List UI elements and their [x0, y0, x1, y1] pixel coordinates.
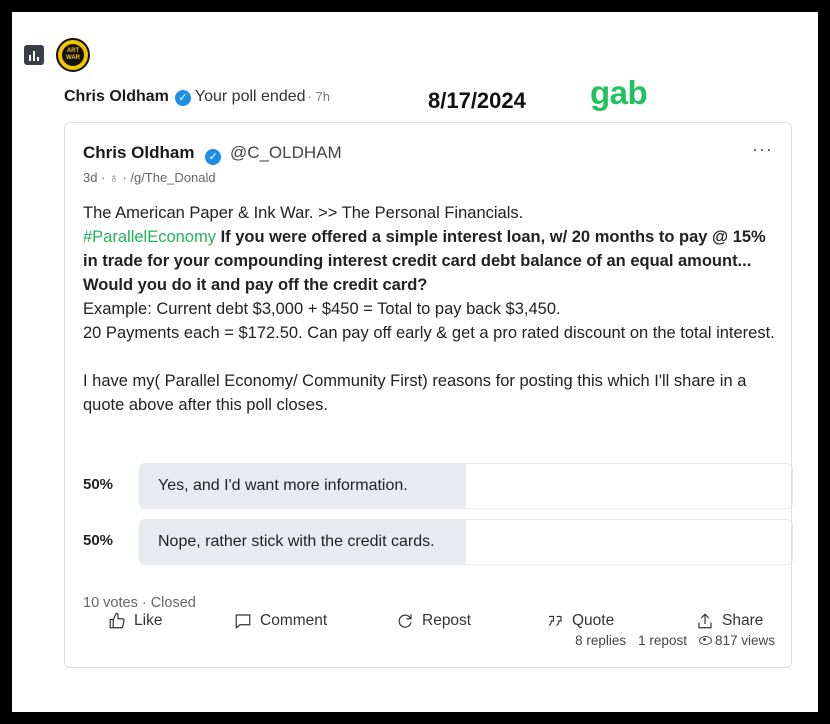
quote-label: Quote — [572, 612, 615, 629]
post-payments: 20 Payments each = $172.50. Can pay off … — [83, 324, 775, 342]
poll-option[interactable]: 50% Yes, and I'd want more information. — [83, 463, 793, 509]
post-handle[interactable]: @C_OLDHAM — [230, 143, 342, 162]
poll: 50% Yes, and I'd want more information. … — [83, 463, 793, 575]
thumbs-up-icon — [109, 612, 125, 629]
comment-label: Comment — [260, 612, 328, 629]
notification-text: Your poll ended — [194, 88, 306, 105]
action-bar: Like Comment Repost Quote Share — [12, 612, 818, 652]
poll-icon — [24, 45, 44, 65]
verified-icon: ✓ — [174, 90, 191, 106]
post-reason: I have my( Parallel Economy/ Community F… — [83, 372, 747, 414]
quoted-post-card[interactable]: Chris Oldham ✓ @C_OLDHAM ··· 3d · ♁ · /g… — [64, 122, 793, 668]
screenshot-frame: ART WAR Chris Oldham ✓ Your poll ended ·… — [12, 12, 818, 712]
post-example: Example: Current debt $3,000 + $450 = To… — [83, 300, 561, 318]
group-icon: ♁ — [109, 170, 119, 185]
post-line-1: The American Paper & Ink War. >> The Per… — [83, 204, 524, 222]
more-options-icon[interactable]: ··· — [752, 139, 773, 160]
poll-option-bar: Nope, rather stick with the credit cards… — [139, 519, 793, 565]
like-button[interactable]: Like — [108, 612, 162, 630]
post-header: Chris Oldham ✓ @C_OLDHAM — [83, 143, 342, 165]
poll-option-bar: Yes, and I'd want more information. — [139, 463, 793, 509]
share-button[interactable]: Share — [696, 612, 763, 630]
poll-option-label: Nope, rather stick with the credit cards… — [158, 533, 435, 550]
share-icon — [698, 613, 712, 629]
poll-option-percent: 50% — [83, 532, 114, 549]
verified-icon: ✓ — [205, 149, 222, 165]
notification-time: · 7h — [307, 89, 330, 104]
quote-button[interactable]: Quote — [546, 612, 614, 630]
repost-label: Repost — [422, 612, 472, 629]
notification-line: Chris Oldham ✓ Your poll ended · 7h — [64, 88, 330, 106]
comment-icon — [235, 614, 251, 629]
notification-author[interactable]: Chris Oldham — [64, 88, 169, 106]
repost-button[interactable]: Repost — [396, 612, 471, 630]
post-group[interactable]: · /g/The_Donald — [122, 170, 215, 185]
poll-option[interactable]: 50% Nope, rather stick with the credit c… — [83, 519, 793, 565]
repost-icon — [398, 614, 412, 628]
gab-logo: gab — [590, 74, 648, 111]
post-body: The American Paper & Ink War. >> The Per… — [83, 201, 783, 417]
post-meta: 3d · ♁ · /g/The_Donald — [83, 170, 216, 185]
like-label: Like — [134, 612, 163, 629]
avatar-logo: ART WAR — [62, 44, 84, 66]
notification-header: ART WAR — [24, 38, 90, 72]
poll-summary: 10 votes · Closed — [83, 595, 196, 611]
post-author[interactable]: Chris Oldham — [83, 143, 194, 162]
comment-button[interactable]: Comment — [234, 612, 327, 630]
poll-option-percent: 50% — [83, 476, 114, 493]
quote-icon — [548, 615, 562, 627]
avatar[interactable]: ART WAR — [56, 38, 90, 72]
share-label: Share — [722, 612, 764, 629]
post-age[interactable]: 3d · — [83, 170, 105, 185]
post-question: #ParallelEconomy If you were offered a s… — [83, 225, 783, 297]
overlay-date: 8/17/2024 — [428, 88, 526, 113]
poll-option-label: Yes, and I'd want more information. — [158, 477, 408, 494]
hashtag-link[interactable]: #ParallelEconomy — [83, 228, 216, 246]
